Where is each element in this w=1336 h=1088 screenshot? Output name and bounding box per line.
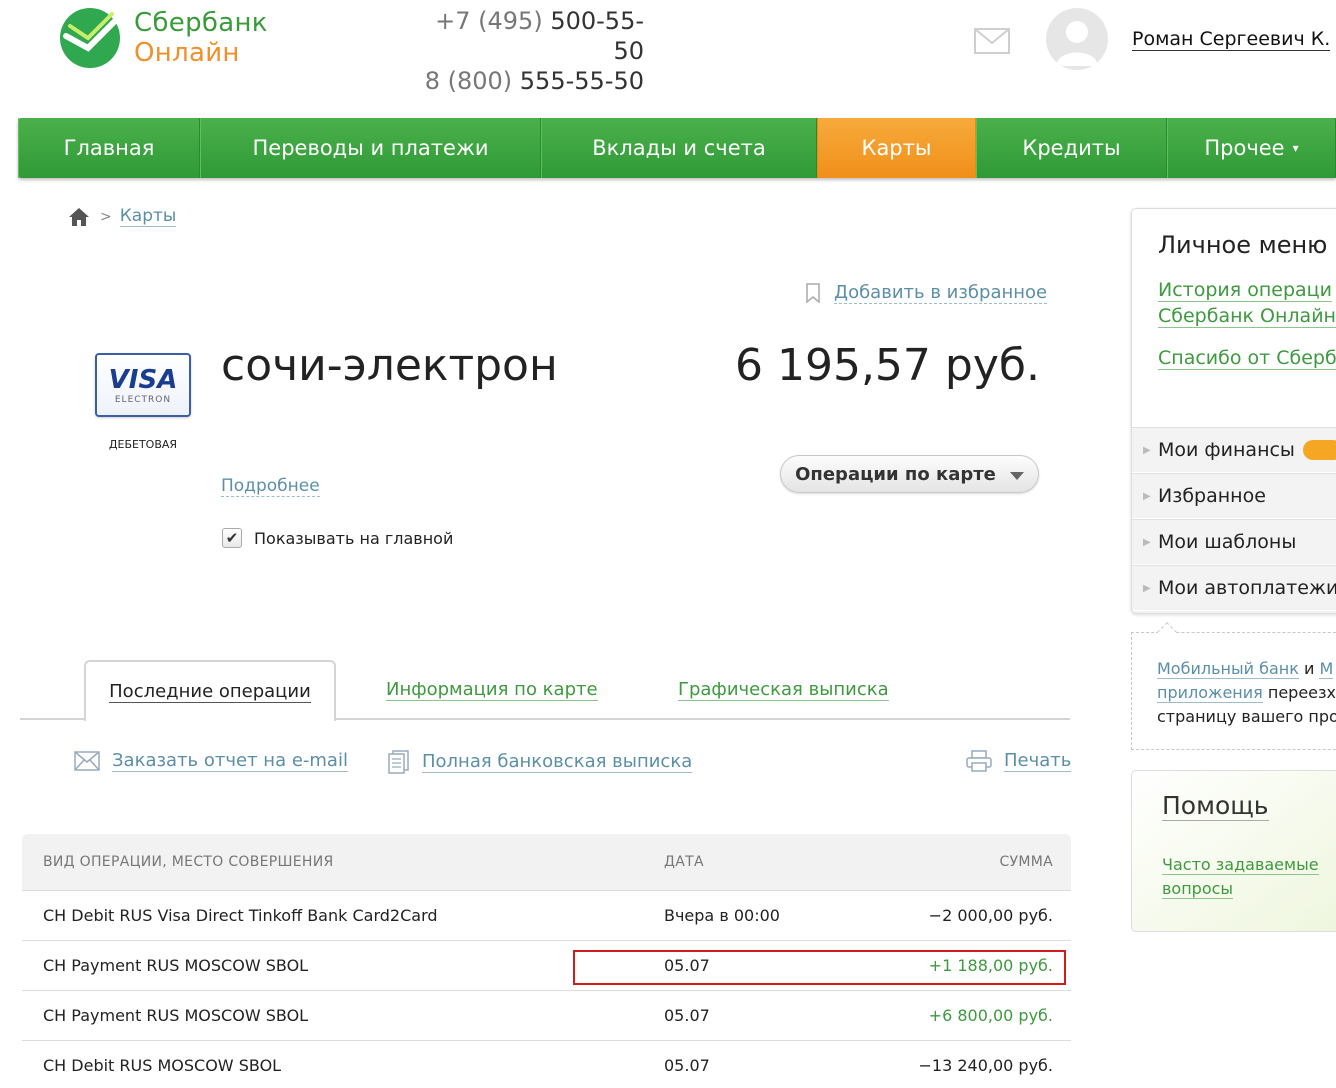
tab-graphic-statement[interactable]: Графическая выписка: [678, 660, 889, 720]
arrow-right-icon: ▶: [1143, 582, 1151, 594]
nav-more-label: Прочее: [1204, 136, 1285, 160]
nav-main[interactable]: Главная: [18, 118, 200, 178]
visa-logo-text: VISA: [108, 365, 178, 395]
faq-link[interactable]: Часто задаваемые вопросы: [1162, 853, 1336, 901]
full-statement-link[interactable]: Полная банковская выписка: [388, 750, 693, 774]
nav-more[interactable]: Прочее ▾: [1167, 118, 1336, 178]
email-report-link[interactable]: Заказать отчет на e-mail: [74, 750, 348, 772]
header-amount: СУММА: [999, 854, 1053, 870]
bookmark-icon: [806, 283, 820, 303]
user-silhouette-icon: [1056, 21, 1098, 66]
help-title[interactable]: Помощь: [1162, 791, 1269, 821]
add-to-favorites-link[interactable]: Добавить в избранное: [806, 282, 1048, 304]
operation-description: CH Debit RUS Visa Direct Tinkoff Bank Ca…: [43, 906, 438, 925]
spasibo-link[interactable]: Спасибо от Сберб: [1158, 345, 1336, 371]
breadcrumb-separator-icon: >: [100, 208, 112, 225]
mobile-bank-promo: Мобильный банк и М приложения переезха с…: [1131, 622, 1336, 750]
dropdown-arrow-icon: [1009, 471, 1024, 480]
avatar[interactable]: [1046, 8, 1108, 70]
show-on-main-label: Показывать на главной: [254, 528, 454, 548]
operation-amount: −13 240,00 руб.: [918, 1056, 1054, 1075]
menu-my-finances[interactable]: ▶ Мои финансы: [1132, 427, 1336, 473]
personal-menu: Личное меню История операци Сбербанк Онл…: [1131, 208, 1336, 614]
new-badge: [1302, 440, 1336, 460]
header-date: ДАТА: [664, 854, 704, 870]
logo-line2: Онлайн: [134, 38, 240, 68]
card-balance: 6 195,57 руб.: [734, 340, 1040, 391]
arrow-right-icon: ▶: [1143, 444, 1151, 456]
card-type-label: ДЕБЕТОВАЯ: [108, 438, 178, 451]
table-row[interactable]: CH Debit RUS MOSCOW SBOL 05.07 −13 240,0…: [22, 1040, 1071, 1088]
mobile-apps-link[interactable]: М: [1319, 659, 1334, 679]
print-link[interactable]: Печать: [966, 750, 1072, 772]
show-on-main-checkbox-row[interactable]: ✔ Показывать на главной: [222, 528, 453, 548]
help-panel: Помощь Часто задаваемые вопросы: [1131, 770, 1336, 932]
document-icon: [388, 750, 409, 774]
card-operations-button[interactable]: Операции по карте: [780, 455, 1039, 493]
header-operation: ВИД ОПЕРАЦИИ, МЕСТО СОВЕРШЕНИЯ: [43, 854, 334, 870]
envelope-icon: [74, 751, 100, 771]
tab-recent-operations[interactable]: Последние операции: [84, 660, 336, 721]
table-header: ВИД ОПЕРАЦИИ, МЕСТО СОВЕРШЕНИЯ ДАТА СУММ…: [22, 834, 1071, 890]
favorites-label: Добавить в избранное: [834, 282, 1048, 304]
operation-date: 05.07: [664, 1056, 710, 1075]
arrow-right-icon: ▶: [1143, 536, 1151, 548]
operation-amount: −2 000,00 руб.: [928, 906, 1053, 925]
sberbank-logo[interactable]: Сбербанк Онлайн: [58, 6, 268, 70]
history-link-line2[interactable]: Сбербанк Онлайн: [1158, 303, 1336, 329]
breadcrumb-cards-link[interactable]: Карты: [119, 206, 177, 227]
nav-transfers[interactable]: Переводы и платежи: [200, 118, 541, 178]
menu-autopayments[interactable]: ▶ Мои автоплатежи: [1132, 565, 1336, 611]
phone-2: 8 (800) 555-55-50: [424, 67, 644, 95]
menu-templates[interactable]: ▶ Мои шаблоны: [1132, 519, 1336, 565]
sberbank-logo-icon: [60, 8, 120, 68]
show-on-main-checkbox[interactable]: ✔: [222, 528, 242, 548]
mail-icon[interactable]: [974, 28, 1010, 54]
highlight-annotation-box: [573, 950, 1066, 985]
user-name[interactable]: Роман Сергеевич К.: [1132, 28, 1331, 51]
details-link[interactable]: Подробнее: [221, 476, 320, 497]
home-icon[interactable]: [68, 207, 90, 227]
arrow-right-icon: ▶: [1143, 490, 1151, 502]
operation-description: CH Payment RUS MOSCOW SBOL: [43, 1006, 309, 1025]
personal-menu-title: Личное меню: [1158, 231, 1328, 259]
operation-date: 05.07: [664, 1006, 710, 1025]
chevron-down-icon: ▾: [1292, 141, 1299, 155]
table-row[interactable]: CH Debit RUS Visa Direct Tinkoff Bank Ca…: [22, 890, 1071, 940]
logo-line1: Сбербанк: [134, 8, 268, 38]
mobile-apps-link-line2[interactable]: приложения: [1157, 683, 1263, 703]
phone-numbers: +7 (495) 500-55-50 8 (800) 555-55-50: [420, 6, 644, 96]
nav-deposits[interactable]: Вклады и счета: [541, 118, 817, 178]
history-link[interactable]: История операци: [1158, 277, 1336, 303]
tab-card-info[interactable]: Информация по карте: [386, 660, 598, 720]
card-operations-label: Операции по карте: [795, 463, 996, 485]
operation-description: CH Payment RUS MOSCOW SBOL: [43, 956, 309, 975]
card-name: сочи-электрон: [221, 340, 558, 391]
operation-date: Вчера в 00:00: [664, 906, 780, 925]
phone-1: +7 (495) 500-55-50: [435, 7, 644, 65]
operation-description: CH Debit RUS MOSCOW SBOL: [43, 1056, 282, 1075]
nav-credits[interactable]: Кредиты: [976, 118, 1167, 178]
mobile-bank-link[interactable]: Мобильный банк: [1157, 659, 1299, 679]
table-row[interactable]: CH Payment RUS MOSCOW SBOL 05.07 +6 800,…: [22, 990, 1071, 1040]
main-navigation: Главная Переводы и платежи Вклады и счет…: [18, 118, 1336, 178]
nav-cards[interactable]: Карты: [817, 118, 976, 178]
operation-amount: +6 800,00 руб.: [928, 1006, 1053, 1025]
menu-favorites[interactable]: ▶ Избранное: [1132, 473, 1336, 519]
breadcrumb: > Карты: [68, 206, 177, 227]
visa-logo-subtext: ELECTRON: [114, 395, 172, 405]
printer-icon: [966, 750, 992, 772]
visa-electron-logo: VISA ELECTRON: [95, 353, 191, 417]
